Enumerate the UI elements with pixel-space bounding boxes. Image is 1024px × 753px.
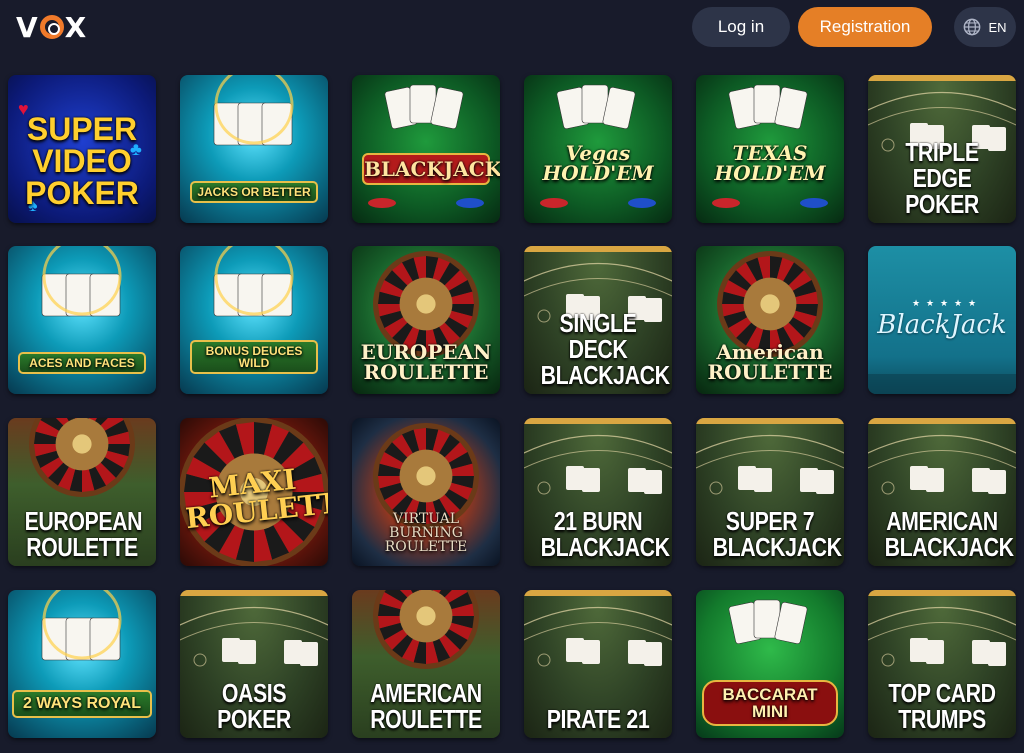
game-title: BLACKJACK (362, 153, 500, 185)
language-code: EN (988, 19, 1007, 35)
game-title: OASIS POKER (217, 678, 291, 734)
game-title: EUROPEAN ROULETTE (360, 340, 492, 384)
game-title: SUPER VIDEO POKER (25, 111, 139, 211)
game-tile[interactable]: ★ ★ ★ ★ ★ BlackJack (868, 246, 1016, 394)
site-header: VX Log in Registration EN (0, 0, 1024, 60)
game-tile[interactable]: MAXI ROULETTE (180, 418, 328, 566)
game-tile[interactable]: AMERICAN BLACKJACK (868, 418, 1016, 566)
game-tile[interactable]: EUROPEAN ROULETTE (352, 246, 500, 394)
game-title: SUPER 7 BLACKJACK (712, 506, 842, 562)
login-button[interactable]: Log in (692, 7, 790, 47)
game-tile[interactable]: ACES AND FACES (8, 246, 156, 394)
game-tile[interactable]: PIRATE 21 (524, 590, 672, 738)
globe-icon (964, 18, 981, 36)
svg-text:★: ★ (926, 298, 934, 308)
game-tile[interactable]: TEXAS HOLD'EM (696, 75, 844, 223)
game-tile[interactable]: OASIS POKER (180, 590, 328, 738)
svg-text:★: ★ (940, 298, 948, 308)
language-selector[interactable]: EN (954, 7, 1016, 47)
game-title: AMERICAN BLACKJACK (884, 506, 1014, 562)
game-title: BlackJack (877, 310, 1007, 340)
game-title: BONUS DEUCES WILD (190, 340, 318, 374)
game-grid: ♥ ♣ ♠ SUPER VIDEO POKER JACKS OR BETTER BLACK… (8, 75, 1018, 745)
registration-button[interactable]: Registration (798, 7, 932, 47)
game-art-icon (368, 84, 484, 208)
game-tile[interactable]: 21 BURN BLACKJACK (524, 418, 672, 566)
site-logo[interactable]: VX (16, 10, 88, 44)
game-tile[interactable]: EUROPEAN ROULETTE (8, 418, 156, 566)
game-tile[interactable]: Vegas HOLD'EM (524, 75, 672, 223)
game-title: VIRTUAL BURNING ROULETTE (384, 511, 468, 555)
game-title: EUROPEAN ROULETTE (24, 506, 143, 562)
game-tile[interactable]: TOP CARD TRUMPS (868, 590, 1016, 738)
svg-text:★: ★ (912, 298, 920, 308)
game-title: Vegas HOLD'EM (542, 141, 654, 185)
game-tile[interactable]: ♥ ♣ ♠ SUPER VIDEO POKER (8, 75, 156, 223)
game-title: 2 WAYS ROYAL (12, 690, 152, 718)
game-title: ACES AND FACES (18, 352, 146, 374)
game-tile[interactable]: BACCARAT MINI (696, 590, 844, 738)
svg-text:★: ★ (954, 298, 962, 308)
svg-text:★: ★ (968, 298, 976, 308)
game-thumbnail (352, 75, 500, 223)
game-tile[interactable]: TRIPLE EDGE POKER (868, 75, 1016, 223)
game-tile[interactable]: SUPER 7 BLACKJACK (696, 418, 844, 566)
game-tile[interactable]: SINGLE DECK BLACKJACK (524, 246, 672, 394)
game-tile[interactable]: American ROULETTE (696, 246, 844, 394)
game-title: JACKS OR BETTER (190, 181, 318, 203)
game-tile[interactable]: VIRTUAL BURNING ROULETTE (352, 418, 500, 566)
game-title: TOP CARD TRUMPS (888, 678, 996, 734)
game-title: SINGLE DECK BLACKJACK (540, 308, 670, 390)
game-tile[interactable]: BLACKJACK (352, 75, 500, 223)
game-tile[interactable]: AMERICAN ROULETTE (352, 590, 500, 738)
logo-letter-v: V (16, 10, 39, 44)
logo-o-icon (39, 15, 64, 39)
game-title: American ROULETTE (707, 340, 833, 384)
game-title: AMERICAN ROULETTE (370, 678, 482, 734)
game-title: BACCARAT MINI (702, 680, 838, 726)
logo-letter-x: X (64, 10, 88, 44)
game-tile[interactable]: JACKS OR BETTER (180, 75, 328, 223)
game-title: TRIPLE EDGE POKER (905, 137, 979, 219)
game-title: PIRATE 21 (546, 704, 650, 734)
game-tile[interactable]: 2 WAYS ROYAL (8, 590, 156, 738)
game-title: 21 BURN BLACKJACK (540, 506, 670, 562)
game-tile[interactable]: BONUS DEUCES WILD (180, 246, 328, 394)
game-title: TEXAS HOLD'EM (714, 141, 826, 185)
